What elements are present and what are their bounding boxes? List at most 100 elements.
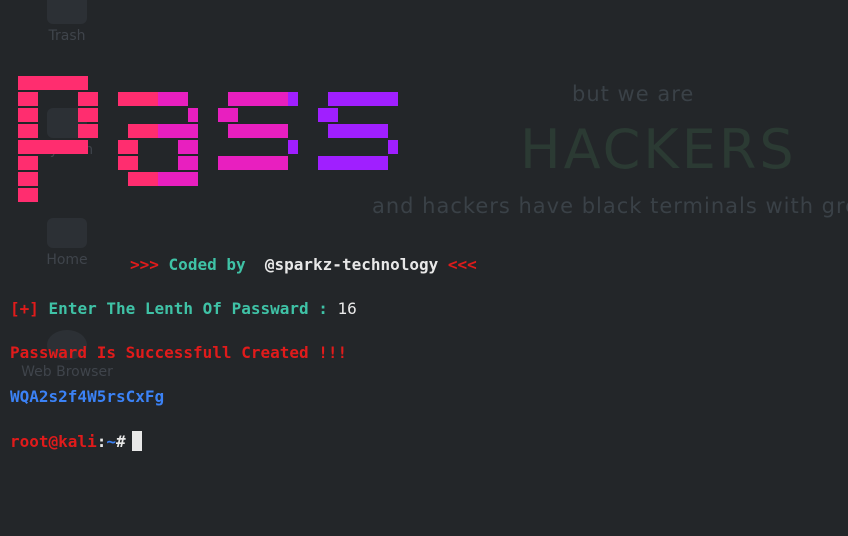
banner-pixel — [248, 124, 258, 138]
banner-pixel — [118, 92, 128, 106]
shell-user: root@kali — [10, 432, 97, 451]
coded-by-label: Coded by — [168, 255, 246, 274]
banner-pixel — [218, 108, 228, 122]
banner-pixel — [378, 124, 388, 138]
banner-pixel — [138, 124, 148, 138]
banner-pixel — [18, 156, 28, 170]
banner-pixel — [18, 124, 28, 138]
banner-pixel — [338, 124, 348, 138]
banner-pixel — [258, 156, 268, 170]
banner-pixel — [348, 92, 358, 106]
banner-pixel — [38, 76, 48, 90]
shell-symbol: # — [115, 432, 126, 451]
banner-pixel — [58, 76, 68, 90]
banner-pixel — [28, 188, 38, 202]
banner-pixel — [28, 108, 38, 122]
banner-pixel — [268, 92, 278, 106]
banner-pixel — [118, 140, 128, 154]
banner-pixel — [178, 140, 188, 154]
banner-pixel — [318, 156, 328, 170]
banner-pixel — [128, 92, 138, 106]
banner-pixel — [138, 92, 148, 106]
banner-pixel — [388, 140, 398, 154]
banner-pixel — [378, 156, 388, 170]
banner-pixel — [168, 124, 178, 138]
banner-pixel — [268, 156, 278, 170]
banner-pixel — [328, 108, 338, 122]
prompt-value: 16 — [337, 299, 357, 318]
banner-pixel — [248, 92, 258, 106]
success-message: Passward Is Successfull Created !!! — [10, 343, 348, 362]
banner-pixel — [178, 124, 188, 138]
banner-pixel — [188, 140, 198, 154]
banner-pixel — [18, 76, 28, 90]
banner-pixel — [268, 124, 278, 138]
banner-pixel — [178, 92, 188, 106]
banner-pixel — [48, 140, 58, 154]
banner-pixel — [88, 92, 98, 106]
banner-pixel — [318, 108, 328, 122]
banner-pixel — [378, 92, 388, 106]
banner-pixel — [328, 92, 338, 106]
banner-pixel — [358, 124, 368, 138]
banner-pixel — [78, 76, 88, 90]
banner-pixel — [78, 140, 88, 154]
banner-pixel — [258, 124, 268, 138]
banner-pixel — [278, 92, 288, 106]
banner-pixel — [118, 156, 128, 170]
shell-prompt[interactable]: root@kali:~# — [10, 431, 142, 451]
banner-pixel — [258, 92, 268, 106]
text-cursor — [131, 431, 142, 451]
banner-pixel — [88, 124, 98, 138]
banner-pixel — [28, 76, 38, 90]
banner-pixel — [148, 92, 158, 106]
banner-pixel — [238, 124, 248, 138]
banner-pixel — [168, 92, 178, 106]
banner-pixel — [128, 156, 138, 170]
banner-pixel — [288, 140, 298, 154]
banner-pixel — [158, 172, 168, 186]
banner-pixel — [168, 172, 178, 186]
length-prompt-line: [+] Enter The Lenth Of Passward : 16 — [10, 299, 357, 318]
banner-pixel — [78, 124, 88, 138]
generated-password: WQA2s2f4W5rsCxFg — [10, 387, 165, 406]
banner-pixel — [348, 156, 358, 170]
banner-pixel — [238, 92, 248, 106]
banner-pixel — [358, 156, 368, 170]
coded-by-author: @sparkz-technology — [264, 255, 439, 274]
banner-pixel — [188, 172, 198, 186]
coded-by-line: >>> Coded by @sparkz-technology <<< — [130, 255, 477, 274]
banner-pixel — [338, 156, 348, 170]
banner-pixel — [178, 172, 188, 186]
banner-pixel — [148, 172, 158, 186]
banner-pixel — [28, 172, 38, 186]
banner-pixel — [28, 156, 38, 170]
prompt-text: Enter The Lenth Of Passward : — [48, 299, 328, 318]
banner-pixel — [368, 92, 378, 106]
banner-pixel — [88, 108, 98, 122]
banner-pixel — [78, 108, 88, 122]
banner-pixel — [338, 92, 348, 106]
banner-pixel — [368, 156, 378, 170]
banner-pixel — [68, 76, 78, 90]
banner-pixel — [388, 92, 398, 106]
banner-pixel — [158, 92, 168, 106]
banner-pixel — [228, 124, 238, 138]
banner-pixel — [158, 124, 168, 138]
banner-pixel — [128, 140, 138, 154]
banner-pixel — [128, 172, 138, 186]
banner-pixel — [148, 124, 158, 138]
banner-pixel — [218, 156, 228, 170]
prompt-marker: [+] — [10, 299, 39, 318]
banner-pixel — [68, 140, 78, 154]
banner-pixel — [18, 92, 28, 106]
banner-pixel — [228, 108, 238, 122]
shell-separator: : — [96, 432, 107, 451]
banner-pixel — [18, 172, 28, 186]
terminal-window[interactable]: pass >>> Coded by @sparkz-technology <<<… — [0, 0, 848, 536]
banner-pixel — [48, 76, 58, 90]
banner-pixel — [138, 172, 148, 186]
banner-pixel — [18, 108, 28, 122]
banner-pixel — [278, 124, 288, 138]
banner-pixel — [358, 92, 368, 106]
